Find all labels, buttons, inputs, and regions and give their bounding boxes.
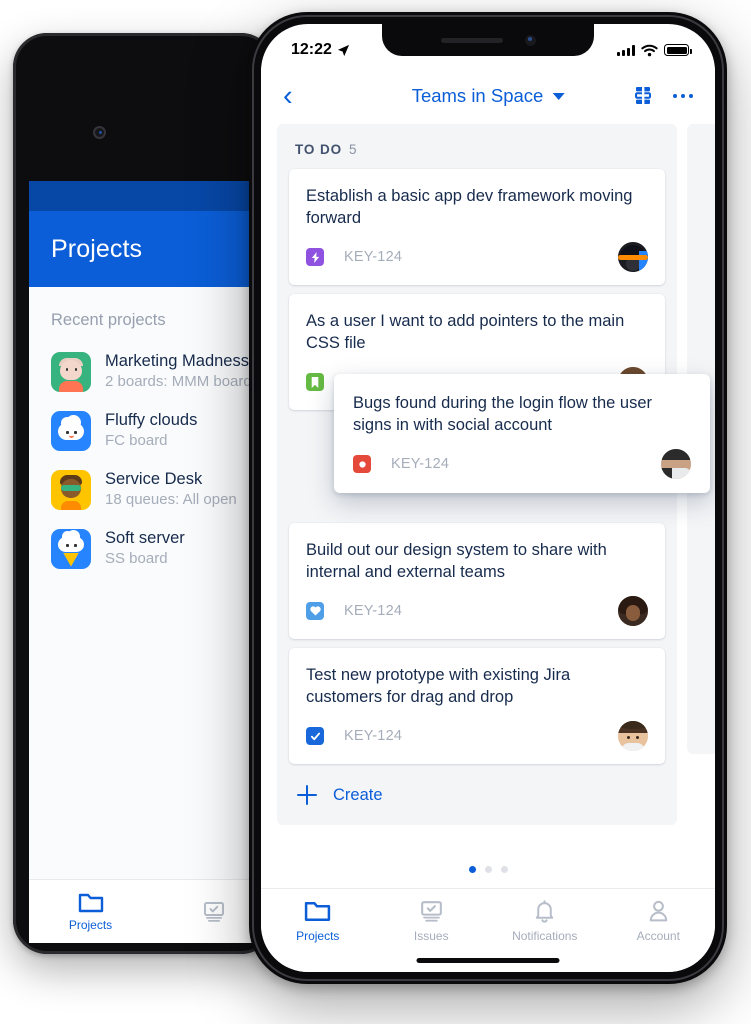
board-stack-icon[interactable] xyxy=(632,84,654,108)
create-button[interactable]: Create xyxy=(289,773,665,811)
back-tab-label: Projects xyxy=(68,917,113,932)
back-projects-list: Recent projects Marketing Madness 2 boar… xyxy=(29,287,275,879)
back-tab-projects[interactable]: Projects xyxy=(29,892,152,932)
more-horizontal-icon[interactable] xyxy=(672,93,693,99)
pagination-dot[interactable] xyxy=(500,866,508,873)
board-selector[interactable]: Teams in Space xyxy=(412,85,565,107)
back-button[interactable]: ‹ xyxy=(283,81,293,111)
card-key: KEY-124 xyxy=(344,603,403,619)
project-subtitle: 18 queues: All open xyxy=(105,491,237,508)
tab-label: Issues xyxy=(413,929,449,943)
pagination-dot[interactable] xyxy=(468,866,476,873)
folder-icon xyxy=(78,893,103,912)
status-time: 12:22 xyxy=(291,41,332,58)
tab-label: Account xyxy=(636,929,680,943)
column-title: TO DO xyxy=(295,142,343,157)
card-key: KEY-124 xyxy=(344,728,403,744)
back-page-title: Projects xyxy=(51,234,143,263)
navigation-bar: ‹ Teams in Space xyxy=(261,68,715,124)
front-phone-screen: 12:22 ‹ Teams in Space TO DO 5 Establish… xyxy=(261,24,715,972)
issues-icon xyxy=(203,901,224,922)
screenshot-stage: Projects Recent projects Marketing Madne… xyxy=(0,0,751,1024)
tab-label: Notifications xyxy=(512,929,578,943)
tab-account[interactable]: Account xyxy=(602,900,716,943)
list-item[interactable]: Fluffy clouds FC board xyxy=(29,401,275,460)
front-phone-device: 12:22 ‹ Teams in Space TO DO 5 Establish… xyxy=(249,12,727,984)
project-name: Soft server xyxy=(105,529,185,547)
pagination-dot[interactable] xyxy=(484,866,492,873)
cellular-bars-icon xyxy=(617,44,635,56)
project-subtitle: SS board xyxy=(105,550,168,567)
list-item[interactable]: Marketing Madness 2 boards: MMM board xyxy=(29,342,275,401)
epic-icon xyxy=(306,248,324,266)
dragged-card[interactable]: Bugs found during the login flow the use… xyxy=(334,374,710,493)
back-status-bar xyxy=(29,181,275,211)
location-arrow-icon xyxy=(337,44,349,56)
tab-projects[interactable]: Projects xyxy=(261,900,375,943)
card-title: Test new prototype with existing Jira cu… xyxy=(306,666,571,706)
tab-label: Projects xyxy=(296,929,340,943)
ice-cream-avatar xyxy=(51,528,91,569)
back-tab-bar: Projects xyxy=(29,879,275,943)
card-title: Bugs found during the login flow the use… xyxy=(353,394,653,434)
task-icon xyxy=(306,727,324,745)
table-row[interactable]: Build out our design system to share wit… xyxy=(289,523,665,639)
avatar[interactable] xyxy=(618,721,648,751)
card-key: KEY-124 xyxy=(344,249,403,265)
plus-icon xyxy=(297,785,317,805)
board-area: TO DO 5 Establish a basic app dev framew… xyxy=(261,124,715,840)
back-app-bar: Projects xyxy=(29,211,275,287)
person-icon xyxy=(649,900,667,922)
page-title: Teams in Space xyxy=(411,85,544,106)
story-icon xyxy=(306,373,324,391)
home-indicator[interactable] xyxy=(416,958,560,963)
issues-icon xyxy=(420,901,442,922)
project-subtitle: 2 boards: MMM board xyxy=(105,373,252,390)
project-subtitle: FC board xyxy=(105,432,168,449)
back-phone-screen: Projects Recent projects Marketing Madne… xyxy=(29,181,275,943)
avatar[interactable] xyxy=(618,596,648,626)
avatar[interactable] xyxy=(661,449,691,479)
tab-notifications[interactable]: Notifications xyxy=(488,900,602,943)
service-desk-avatar xyxy=(51,469,91,510)
improvement-icon xyxy=(306,602,324,620)
marketing-avatar xyxy=(51,351,91,392)
cloud-avatar xyxy=(51,410,91,451)
card-title: Establish a basic app dev framework movi… xyxy=(306,187,633,227)
front-camera-icon xyxy=(93,126,106,139)
folder-icon xyxy=(305,901,331,922)
tab-issues[interactable]: Issues xyxy=(375,900,489,943)
project-name: Marketing Madness xyxy=(105,352,249,370)
bell-icon xyxy=(536,900,554,923)
bug-icon xyxy=(353,455,371,473)
pagination-dots[interactable] xyxy=(261,840,715,873)
card-key: KEY-124 xyxy=(391,456,450,472)
list-item[interactable]: Service Desk 18 queues: All open xyxy=(29,460,275,519)
avatar[interactable] xyxy=(618,242,648,272)
card-title: As a user I want to add pointers to the … xyxy=(306,312,625,352)
project-name: Fluffy clouds xyxy=(105,411,198,429)
recent-projects-label: Recent projects xyxy=(51,311,166,329)
column-count: 5 xyxy=(349,142,357,157)
status-bar: 12:22 xyxy=(261,24,715,68)
table-row[interactable]: Test new prototype with existing Jira cu… xyxy=(289,648,665,764)
wifi-icon xyxy=(641,44,658,56)
create-label: Create xyxy=(333,785,383,804)
project-name: Service Desk xyxy=(105,470,203,488)
back-phone-device: Projects Recent projects Marketing Madne… xyxy=(13,33,275,954)
table-row[interactable]: Establish a basic app dev framework movi… xyxy=(289,169,665,285)
card-title: Build out our design system to share wit… xyxy=(306,541,607,581)
list-item[interactable]: Soft server SS board xyxy=(29,519,275,578)
column-header: TO DO 5 xyxy=(289,124,665,169)
chevron-down-icon xyxy=(552,92,565,100)
battery-icon xyxy=(664,44,692,56)
